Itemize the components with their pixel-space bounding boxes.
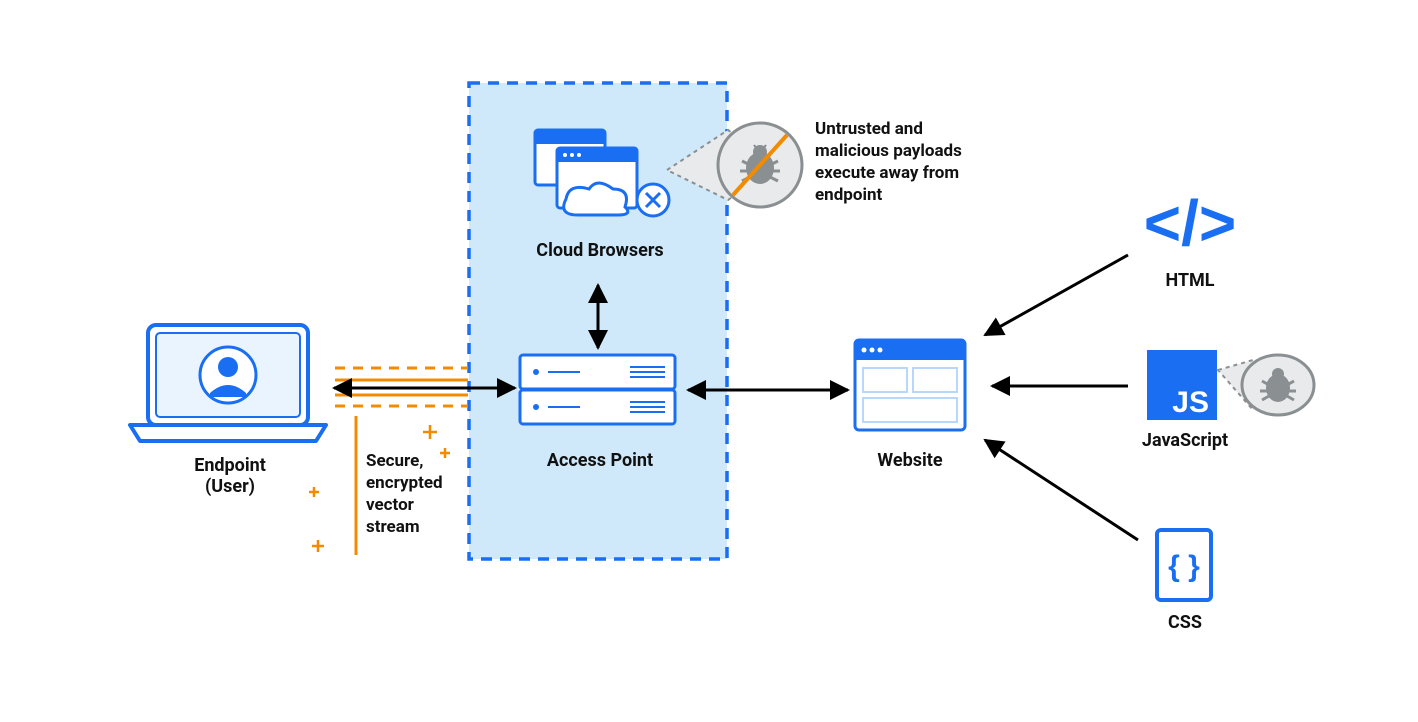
cloud-browsers-label: Cloud Browsers	[500, 240, 700, 261]
svg-text:</>: </>	[1144, 187, 1237, 259]
javascript-label: JavaScript	[1130, 430, 1240, 451]
html-icon: </>	[1144, 187, 1237, 259]
css-icon: { }	[1157, 530, 1211, 600]
access-point-icon	[520, 355, 675, 424]
arrow-css-website	[985, 440, 1138, 540]
arrow-html-website	[985, 255, 1128, 335]
access-point-label: Access Point	[500, 450, 700, 471]
javascript-icon: JS	[1147, 350, 1217, 420]
secure-stream-label: Secure, encrypted vector stream	[366, 450, 476, 538]
js-logo-text: JS	[1172, 386, 1209, 419]
website-icon	[855, 340, 965, 430]
html-label: HTML	[1145, 270, 1235, 291]
css-label: CSS	[1150, 612, 1220, 633]
payload-annotation: Untrusted and malicious payloads execute…	[815, 118, 1015, 206]
endpoint-label: Endpoint (User)	[165, 455, 295, 497]
diagram-stage: </> JS { } Endpoint (Use	[0, 0, 1418, 722]
endpoint-icon	[130, 325, 326, 441]
website-label: Website	[850, 450, 970, 471]
js-bug-icon	[1218, 355, 1314, 415]
svg-text:{ }: { }	[1168, 550, 1200, 583]
